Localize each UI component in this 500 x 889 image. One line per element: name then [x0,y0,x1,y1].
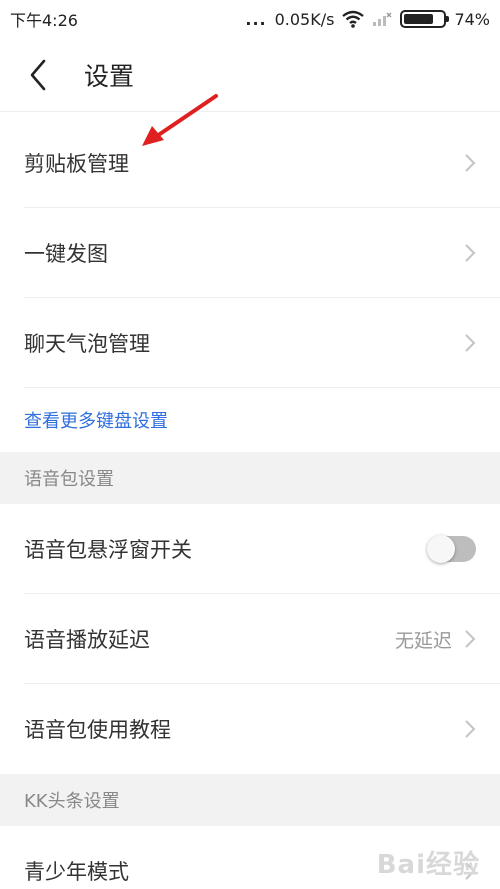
voice-delay-row[interactable]: 语音播放延迟 无延迟 [0,594,500,684]
voice-section-header: 语音包设置 [0,452,500,504]
voice-tutorial-label: 语音包使用教程 [24,718,171,742]
network-speed: 0.05K/s [274,9,335,29]
settings-list: 剪贴板管理 一键发图 聊天气泡管理 查看更多键盘设置 语音包设置 语音包悬浮窗开… [0,118,500,889]
chat-bubble-row[interactable]: 聊天气泡管理 [0,298,500,388]
voice-float-label: 语音包悬浮窗开关 [24,538,192,562]
page-title: 设置 [84,61,135,91]
cellular-signal-icon [373,12,392,26]
voice-float-toggle[interactable] [427,535,476,563]
battery-percent: 74% [454,9,490,29]
watermark: Bai经验 [376,850,480,880]
more-keyboard-settings-row: 查看更多键盘设置 [0,388,500,452]
chevron-right-icon [465,154,476,172]
clipboard-row[interactable]: 剪贴板管理 [0,118,500,208]
voice-float-row: 语音包悬浮窗开关 [0,504,500,594]
battery-icon [400,10,450,28]
voice-delay-label: 语音播放延迟 [24,628,150,652]
app-header: 设置 [0,38,500,112]
kk-section-header: KK头条设置 [0,774,500,826]
back-button[interactable] [8,38,68,112]
more-keyboard-settings-link[interactable]: 查看更多键盘设置 [24,407,168,433]
clipboard-label: 剪贴板管理 [24,152,129,176]
voice-tutorial-row[interactable]: 语音包使用教程 [0,684,500,774]
chevron-left-icon [30,59,46,90]
one-key-image-label: 一键发图 [24,242,108,266]
one-key-image-row[interactable]: 一键发图 [0,208,500,298]
status-time: 下午4:26 [10,11,78,30]
voice-delay-value: 无延迟 [394,629,452,652]
chevron-right-icon [465,630,476,648]
wifi-icon [342,10,365,28]
more-notifications-icon: ... [245,9,267,29]
status-icons: ... 0.05K/s 74% [245,10,490,29]
chevron-right-icon [465,244,476,262]
toggle-knob [427,535,455,563]
chevron-right-icon [465,720,476,738]
status-bar: 下午4:26 ... 0.05K/s 74% [0,0,500,38]
chevron-right-icon [465,334,476,352]
battery-level [404,14,433,24]
chat-bubble-label: 聊天气泡管理 [24,332,150,356]
